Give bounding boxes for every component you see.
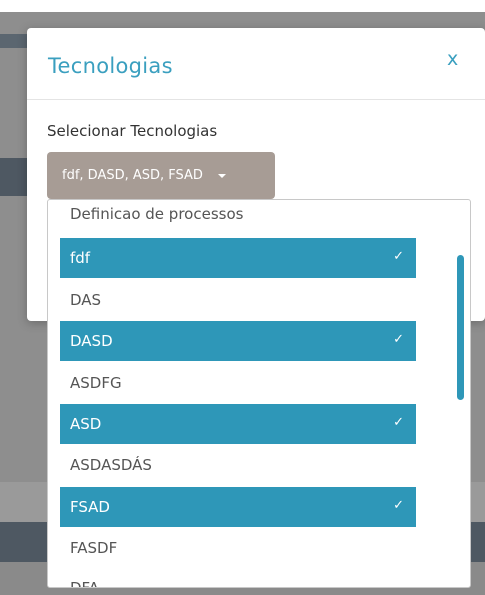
option-label: ASDASDÁS — [70, 456, 152, 474]
option-fasdf[interactable]: FASDF — [60, 528, 416, 568]
option-dasd[interactable]: DASD ✓ — [60, 321, 416, 361]
option-label: ASD — [70, 415, 102, 433]
technologies-dropdown-list[interactable]: Definicao de processos fdf ✓ DAS DASD ✓ … — [47, 199, 471, 588]
caret-down-icon — [217, 173, 226, 178]
check-icon: ✓ — [393, 249, 404, 264]
technologies-select[interactable]: fdf, DASD, ASD, FSAD — [47, 152, 275, 199]
option-asdasdas[interactable]: ASDASDÁS — [60, 445, 416, 485]
option-label: DASD — [70, 332, 113, 350]
background-top-band — [0, 0, 485, 12]
option-dfa[interactable]: DFA — [60, 568, 416, 588]
option-label: DFA — [70, 579, 100, 588]
close-button[interactable]: x — [447, 48, 458, 70]
option-label: FASDF — [70, 539, 118, 557]
option-label: Definicao de processos — [70, 205, 244, 223]
modal-divider — [27, 99, 485, 100]
option-asd[interactable]: ASD ✓ — [60, 404, 416, 444]
option-label: DAS — [70, 291, 102, 309]
modal-title: Tecnologias — [48, 54, 173, 78]
option-label: fdf — [70, 249, 91, 267]
check-icon: ✓ — [393, 415, 404, 430]
check-icon: ✓ — [393, 332, 404, 347]
option-label: ASDFG — [70, 374, 122, 392]
option-fsad[interactable]: FSAD ✓ — [60, 487, 416, 527]
option-das[interactable]: DAS — [60, 280, 416, 320]
check-icon: ✓ — [393, 498, 404, 513]
option-fdf[interactable]: fdf ✓ — [60, 238, 416, 278]
select-technologies-label: Selecionar Tecnologias — [47, 122, 218, 140]
dropdown-scrollbar[interactable] — [457, 255, 464, 400]
option-definicao-de-processos[interactable]: Definicao de processos — [60, 200, 416, 234]
select-value: fdf, DASD, ASD, FSAD — [62, 168, 203, 183]
option-label: FSAD — [70, 498, 110, 516]
option-asdfg[interactable]: ASDFG — [60, 363, 416, 403]
